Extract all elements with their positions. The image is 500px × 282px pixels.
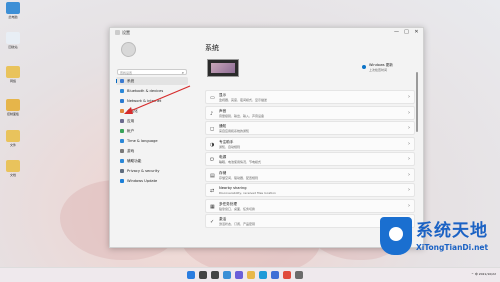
explorer-icon[interactable] [247,271,255,279]
search-icon[interactable] [199,271,207,279]
task-view-icon[interactable] [211,271,219,279]
store-icon[interactable] [271,271,279,279]
settings-icon[interactable] [295,271,303,279]
widgets-icon[interactable] [223,271,231,279]
system-tray[interactable]: ^ 中 2021/10/22 [471,272,496,276]
annotation-arrow-head [124,107,133,114]
taskbar: ^ 中 2021/10/22 [0,267,500,282]
watermark-logo: 系统天地 XiTongTianDi.net [380,213,498,268]
watermark-cn: 系统天地 [416,221,488,241]
edge-icon[interactable] [259,271,267,279]
annotation-arrow-line [127,85,191,113]
start-icon[interactable] [187,271,195,279]
watermark-shield-icon [380,217,412,255]
watermark-en: XiTongTianDi.net [416,243,489,252]
chrome-icon[interactable] [283,271,291,279]
chat-icon[interactable] [235,271,243,279]
